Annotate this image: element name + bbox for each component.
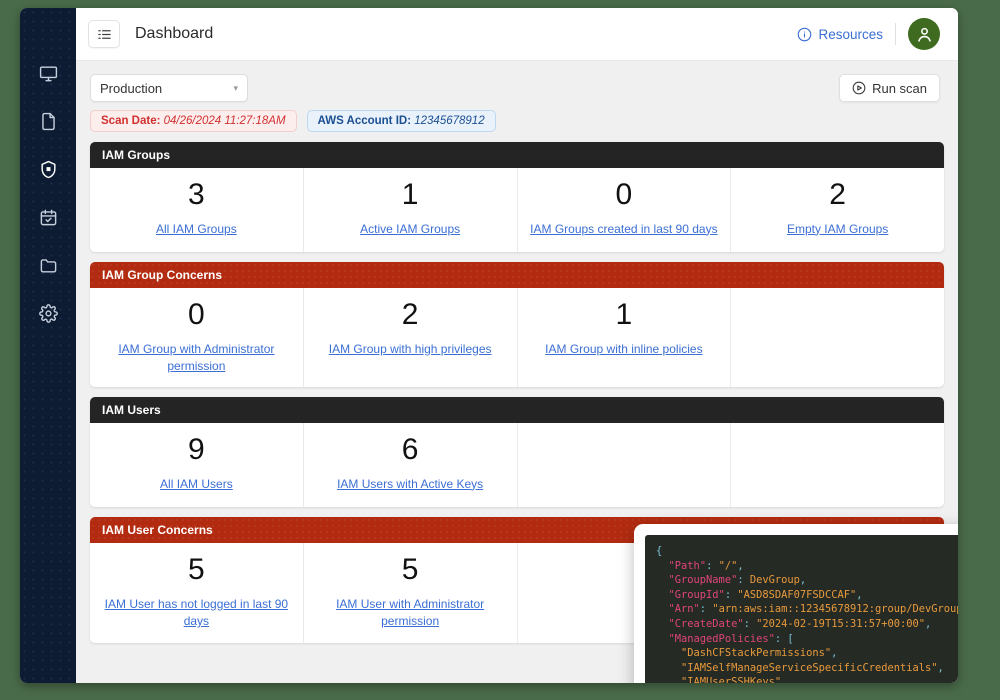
monitor-icon [39, 65, 57, 81]
sidebar-item-monitor[interactable] [35, 60, 61, 86]
folder-icon [40, 258, 56, 273]
chevron-down-icon: ▾ [233, 82, 238, 93]
environment-value: Production [100, 80, 163, 96]
metric-link[interactable]: IAM Users with Active Keys [337, 476, 483, 493]
metric-cell: 6 IAM Users with Active Keys [304, 423, 518, 508]
page-title: Dashboard [135, 25, 214, 42]
calendar-check-icon [40, 209, 56, 225]
metric-cell: 1 Active IAM Groups [304, 168, 518, 252]
metric-link[interactable]: IAM User with Administrator permission [314, 596, 507, 631]
metric-value: 0 [188, 298, 205, 331]
metric-link[interactable]: IAM Groups created in last 90 days [530, 221, 717, 238]
topbar: Dashboard Resources [76, 8, 958, 61]
metric-value: 0 [615, 178, 633, 211]
metric-link[interactable]: Active IAM Groups [360, 221, 460, 238]
metric-panel: IAM Users 9 All IAM Users 6 IAM Users with A… [90, 397, 944, 508]
sidebar-item-folder[interactable] [35, 252, 61, 278]
panel-body: 9 All IAM Users 6 IAM Users with Active Key… [90, 423, 944, 508]
metric-value: 3 [188, 178, 205, 211]
sidebar-item-security[interactable] [35, 156, 61, 182]
sidebar-item-settings[interactable] [35, 300, 61, 326]
metric-value: 5 [188, 553, 205, 587]
resources-link[interactable]: Resources [797, 27, 883, 42]
status-badge: Scan Date: 04/26/2024 11:27:18AM [90, 110, 297, 132]
status-badge-value: 12345678912 [411, 115, 485, 127]
run-scan-label: Run scan [872, 80, 927, 96]
metric-cell: 2 IAM Group with high privileges [304, 288, 518, 388]
main-area: Dashboard Resources Production ▾ Run sca… [76, 8, 958, 683]
menu-list-icon [97, 29, 111, 39]
metric-cell: 1 IAM Group with inline policies [518, 288, 732, 388]
metric-cell [518, 423, 732, 508]
status-badge-label: AWS Account ID: [317, 115, 412, 127]
metric-value: 5 [401, 553, 419, 587]
menu-toggle-button[interactable] [88, 20, 120, 48]
metric-link[interactable]: All IAM Users [160, 476, 233, 493]
metric-cell: 0 IAM Groups created in last 90 days [518, 168, 732, 252]
topbar-actions: Resources [797, 18, 940, 50]
json-detail-tooltip: { "Path": "/", "GroupName": DevGroup, "G… [634, 524, 958, 683]
metric-value: 9 [188, 433, 205, 467]
metric-value: 2 [829, 178, 846, 211]
metric-value: 1 [615, 298, 633, 331]
metric-panel: IAM Groups 3 All IAM Groups 1 Active IAM Gro… [90, 142, 944, 252]
topbar-divider [895, 23, 896, 45]
metric-cell: 5 IAM User has not logged in last 90 days [90, 543, 304, 643]
sidebar-item-documents[interactable] [35, 108, 61, 134]
metric-cell: 0 IAM Group with Administrator permission [90, 288, 304, 388]
shield-security-icon [40, 160, 56, 178]
panel-title: IAM Group Concerns [90, 262, 944, 288]
gear-settings-icon [38, 303, 58, 323]
environment-select[interactable]: Production ▾ [90, 74, 248, 102]
info-circle-icon [798, 27, 812, 41]
avatar[interactable] [908, 18, 940, 50]
metric-link[interactable]: IAM Group with inline policies [545, 341, 702, 358]
metric-cell [731, 423, 944, 507]
status-badge-label: Scan Date: [101, 115, 161, 127]
play-circle-icon [852, 81, 866, 95]
metric-value: 1 [401, 178, 419, 211]
metric-link[interactable]: All IAM Groups [156, 221, 237, 238]
sidebar [20, 8, 76, 683]
status-badge: AWS Account ID: 12345678912 [306, 110, 496, 132]
metric-link[interactable]: IAM Group with Administrator permission [100, 341, 293, 376]
metric-link[interactable]: IAM Group with high privileges [329, 341, 492, 358]
metric-cell [731, 288, 944, 387]
metric-panel: IAM Group Concerns 0 IAM Group with Admini… [90, 262, 944, 388]
sidebar-item-schedule[interactable] [35, 204, 61, 230]
toolbar: Production ▾ Run scan [76, 61, 958, 102]
panel-title: IAM Groups [90, 142, 944, 168]
panel-title: IAM Users [90, 397, 944, 424]
metric-cell: 3 All IAM Groups [90, 168, 304, 252]
metric-value: 6 [401, 433, 419, 467]
status-badges: Scan Date: 04/26/2024 11:27:18AM AWS Acco… [76, 102, 958, 132]
resources-label: Resources [818, 26, 883, 42]
user-avatar-icon [917, 27, 931, 42]
run-scan-button[interactable]: Run scan [839, 74, 940, 102]
status-badge-value: 04/26/2024 11:27:18AM [160, 115, 286, 127]
panel-body: 0 IAM Group with Administrator permission… [90, 288, 944, 388]
app-window: Dashboard Resources Production ▾ Run sca… [20, 8, 958, 683]
metric-cell: 2 Empty IAM Groups [731, 168, 944, 252]
file-document-icon [41, 112, 55, 130]
dashboard-content: IAM Groups 3 All IAM Groups 1 Active IAM Gro… [76, 132, 958, 683]
metric-link[interactable]: Empty IAM Groups [787, 221, 888, 238]
metric-value: 2 [401, 298, 419, 331]
panel-body: 3 All IAM Groups 1 Active IAM Groups 0 IAM Gr… [90, 168, 944, 252]
metric-link[interactable]: IAM User has not logged in last 90 days [100, 596, 293, 631]
metric-cell: 9 All IAM Users [90, 423, 304, 508]
json-code-block: { "Path": "/", "GroupName": DevGroup, "G… [645, 535, 958, 683]
metric-cell: 5 IAM User with Administrator permission [304, 543, 518, 643]
